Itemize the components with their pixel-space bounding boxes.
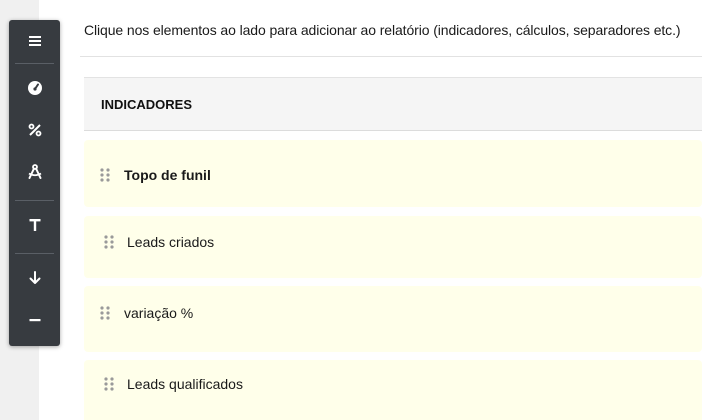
percent-icon <box>28 123 41 137</box>
item-label: Topo de funil <box>124 167 211 183</box>
add-indicator-button[interactable] <box>9 70 60 106</box>
toolbar-separator <box>15 253 54 254</box>
menu-icon <box>28 36 41 46</box>
add-percent-button[interactable] <box>9 112 60 148</box>
menu-button[interactable] <box>9 23 60 59</box>
add-calculation-button[interactable] <box>9 154 60 190</box>
toolbar-separator <box>15 200 54 201</box>
drag-handle-icon[interactable] <box>104 235 114 249</box>
element-toolbar <box>9 20 60 346</box>
add-separator-button[interactable] <box>9 302 60 338</box>
drag-handle-icon[interactable] <box>100 168 110 182</box>
section-header: INDICADORES <box>84 77 702 131</box>
report-item[interactable]: Leads qualificados <box>84 360 702 420</box>
item-label: Leads qualificados <box>127 376 243 392</box>
add-arrow-button[interactable] <box>9 260 60 296</box>
report-item[interactable]: Topo de funil <box>84 140 702 207</box>
report-item[interactable]: Leads criados <box>84 216 702 278</box>
toolbar-separator <box>15 63 54 64</box>
gauge-icon <box>27 81 42 95</box>
report-item[interactable]: variação % <box>84 286 702 352</box>
text-icon <box>29 219 40 231</box>
drag-handle-icon[interactable] <box>100 306 110 320</box>
section-title: INDICADORES <box>101 97 193 112</box>
compass-icon <box>28 164 41 179</box>
add-text-button[interactable] <box>9 207 60 243</box>
instructions-text: Clique nos elementos ao lado para adicio… <box>84 22 681 38</box>
item-label: Leads criados <box>127 234 215 250</box>
arrow-down-icon <box>29 271 40 284</box>
divider <box>80 56 702 57</box>
drag-handle-icon[interactable] <box>104 377 114 391</box>
minus-icon <box>29 319 40 322</box>
item-label: variação % <box>124 305 194 321</box>
